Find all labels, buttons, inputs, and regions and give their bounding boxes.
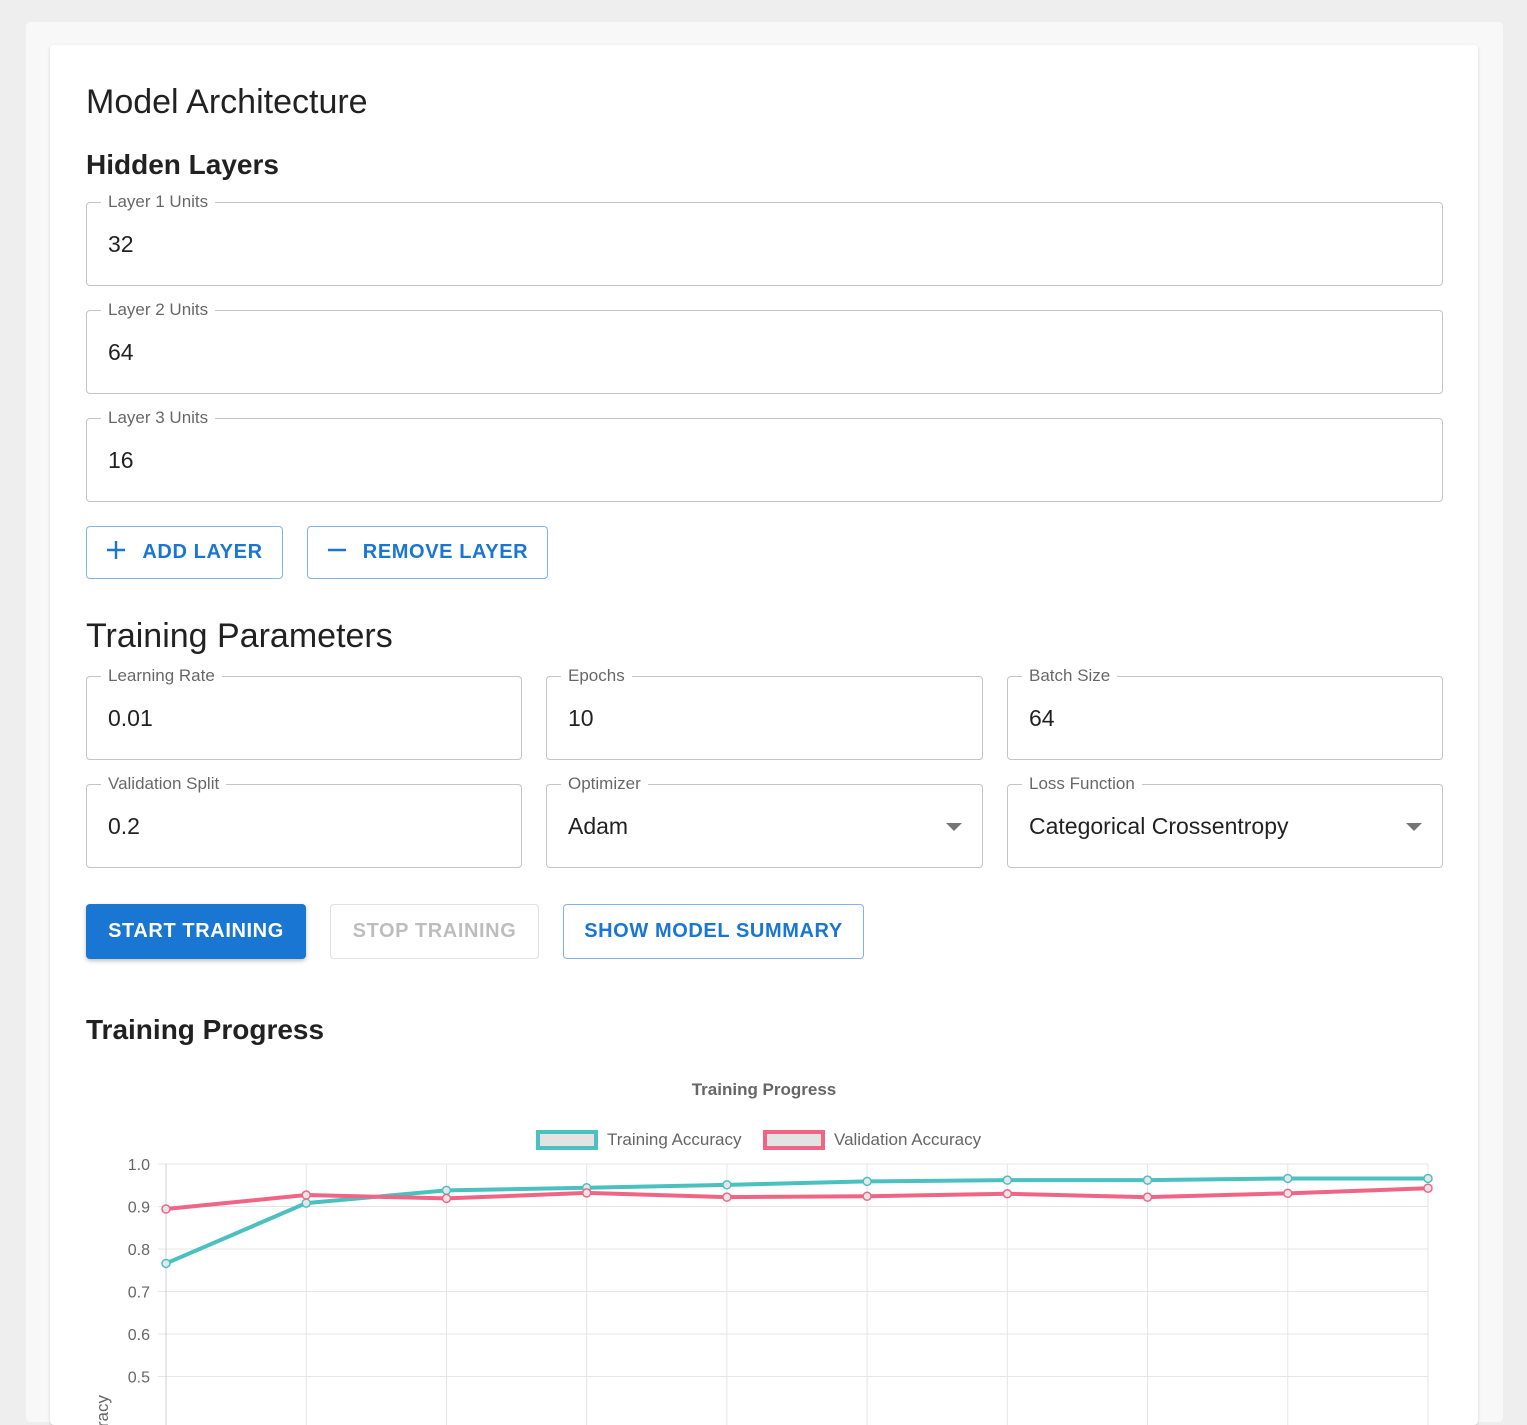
layer-2-units-field[interactable]: Layer 2 Units 64 bbox=[86, 299, 1443, 394]
layer-3-units-value[interactable]: 16 bbox=[108, 445, 134, 475]
model-config-card: Model Architecture Hidden Layers Layer 1… bbox=[50, 45, 1478, 1425]
layer-3-units-field[interactable]: Layer 3 Units 16 bbox=[86, 407, 1443, 502]
add-layer-button[interactable]: ADD LAYER bbox=[86, 526, 283, 579]
validation-accuracy-point bbox=[581, 1188, 592, 1198]
y-tick-label: 0.6 bbox=[128, 1327, 150, 1344]
validation-accuracy-point bbox=[722, 1192, 732, 1202]
layer-1-units-label: Layer 1 Units bbox=[101, 191, 216, 213]
validation-accuracy-point bbox=[441, 1193, 452, 1204]
dropdown-arrow-icon[interactable] bbox=[1406, 823, 1422, 831]
validation-accuracy-point bbox=[1423, 1183, 1433, 1193]
training-accuracy-point bbox=[1283, 1173, 1293, 1184]
layer-1-units-field[interactable]: Layer 1 Units 32 bbox=[86, 191, 1443, 286]
validation-accuracy-point bbox=[1002, 1189, 1013, 1199]
layer-2-units-label: Layer 2 Units bbox=[101, 299, 216, 321]
layer-1-units-value[interactable]: 32 bbox=[108, 229, 134, 259]
training-accuracy-point bbox=[161, 1258, 171, 1269]
training-progress-title: Training Progress bbox=[86, 1014, 325, 1045]
training-accuracy-point bbox=[862, 1176, 872, 1187]
y-tick-label: 0.9 bbox=[128, 1200, 150, 1217]
epochs-field[interactable]: Epochs 10 bbox=[546, 665, 983, 760]
validation-accuracy-point bbox=[301, 1190, 311, 1200]
validation-split-field[interactable]: Validation Split 0.2 bbox=[86, 773, 522, 868]
training-accuracy-point bbox=[722, 1180, 732, 1190]
hidden-layers-title: Hidden Layers bbox=[86, 149, 279, 180]
y-tick-label: 1.0 bbox=[128, 1157, 150, 1174]
y-axis-label: Accuracy bbox=[93, 1395, 112, 1425]
minus-icon bbox=[327, 540, 347, 566]
training-progress-chart: Training Progress Training Accuracy Vali… bbox=[50, 1045, 1478, 1425]
learning-rate-field[interactable]: Learning Rate 0.01 bbox=[86, 665, 522, 760]
layer-2-units-value[interactable]: 64 bbox=[108, 337, 134, 367]
optimizer-value: Adam bbox=[568, 813, 629, 839]
batch-size-label: Batch Size bbox=[1022, 665, 1118, 687]
validation-accuracy-point bbox=[161, 1204, 171, 1214]
training-accuracy-point bbox=[441, 1185, 452, 1196]
y-tick-label: 0.8 bbox=[128, 1242, 150, 1259]
learning-rate-value[interactable]: 0.01 bbox=[108, 703, 153, 733]
training-accuracy-point bbox=[1423, 1173, 1433, 1184]
start-training-button[interactable]: START TRAINING bbox=[86, 904, 306, 959]
optimizer-select[interactable]: Optimizer Adam bbox=[546, 773, 983, 868]
training-accuracy-point bbox=[1002, 1175, 1013, 1185]
plus-icon bbox=[106, 540, 126, 566]
y-tick-label: 0.7 bbox=[128, 1285, 150, 1302]
batch-size-value[interactable]: 64 bbox=[1029, 703, 1055, 733]
chart-plot-area: 1.0 0.9 0.8 0.7 0.6 0.5 Accuracy bbox=[93, 1157, 1433, 1425]
dropdown-arrow-icon[interactable] bbox=[946, 823, 962, 831]
training-accuracy-point bbox=[301, 1198, 311, 1208]
validation-accuracy-point bbox=[862, 1191, 872, 1202]
epochs-value[interactable]: 10 bbox=[568, 703, 594, 733]
learning-rate-label: Learning Rate bbox=[101, 665, 222, 687]
validation-split-value[interactable]: 0.2 bbox=[108, 811, 140, 841]
y-tick-label: 0.5 bbox=[128, 1370, 150, 1387]
validation-accuracy-point bbox=[1283, 1188, 1293, 1199]
stop-training-button[interactable]: STOP TRAINING bbox=[330, 904, 539, 959]
loss-function-select[interactable]: Loss Function Categorical Crossentropy bbox=[1007, 773, 1443, 868]
batch-size-field[interactable]: Batch Size 64 bbox=[1007, 665, 1443, 760]
add-layer-label: ADD LAYER bbox=[142, 541, 263, 563]
validation-accuracy-point bbox=[1142, 1192, 1153, 1202]
show-model-summary-button[interactable]: SHOW MODEL SUMMARY bbox=[563, 904, 864, 959]
training-parameters-title: Training Parameters bbox=[86, 617, 393, 655]
training-accuracy-point bbox=[1142, 1175, 1153, 1185]
loss-function-label: Loss Function bbox=[1022, 773, 1142, 795]
training-accuracy-line bbox=[165, 1176, 1428, 1266]
validation-split-label: Validation Split bbox=[101, 773, 227, 795]
remove-layer-button[interactable]: REMOVE LAYER bbox=[307, 526, 548, 579]
optimizer-label: Optimizer bbox=[561, 773, 648, 795]
model-architecture-title: Model Architecture bbox=[86, 83, 368, 121]
remove-layer-label: REMOVE LAYER bbox=[362, 541, 529, 563]
epochs-label: Epochs bbox=[561, 665, 632, 687]
loss-function-value: Categorical Crossentropy bbox=[1029, 813, 1289, 839]
layer-3-units-label: Layer 3 Units bbox=[101, 407, 216, 429]
